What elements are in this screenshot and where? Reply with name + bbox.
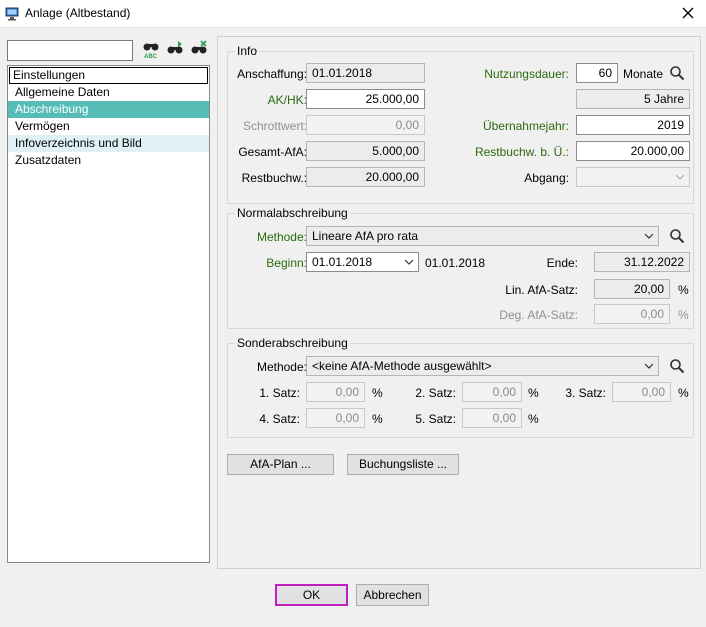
details-panel: Info Anschaffung: 01.01.2018 AK/HK: 25.0… [217,36,701,569]
app-monitor-icon [5,7,19,21]
satz3-field: 0,00 [612,382,671,402]
deg-afa-percent: % [678,308,689,322]
satz2-label: 2. Satz: [415,386,456,400]
normal-methode-lookup-icon[interactable] [669,228,685,244]
nutzungsdauer-lookup-icon[interactable] [669,65,685,81]
info-group: Info Anschaffung: 01.01.2018 AK/HK: 25.0… [227,44,694,204]
satz2-percent: % [528,386,539,400]
sonder-methode-dropdown[interactable]: <keine AfA-Methode ausgewählt> [306,356,659,376]
gesamt-afa-label: Gesamt-AfA: [238,145,307,159]
satz4-percent: % [372,412,383,426]
normal-group-title: Normalabschreibung [235,206,350,220]
abbrechen-button[interactable]: Abbrechen [356,584,429,606]
tree-item-zusatzdaten[interactable]: Zusatzdaten [8,152,209,169]
nutzungsdauer-label: Nutzungsdauer: [484,67,569,81]
sonder-group-title: Sonderabschreibung [235,336,350,350]
normal-methode-dropdown[interactable]: Lineare AfA pro rata [306,226,659,246]
search-next-icon[interactable] [166,40,184,60]
close-icon [682,7,694,19]
satz5-field: 0,00 [462,408,522,428]
tree-header-einstellungen[interactable]: Einstellungen [9,67,208,84]
satz1-field: 0,00 [306,382,365,402]
satz1-label: 1. Satz: [259,386,300,400]
tree-item-infoverzeichnis[interactable]: Infoverzeichnis und Bild [8,135,209,152]
normal-methode-value: Lineare AfA pro rata [312,229,419,243]
satz3-label: 3. Satz: [565,386,606,400]
satz5-percent: % [528,412,539,426]
title-bar: Anlage (Altbestand) [0,0,706,28]
normalabschreibung-group: Normalabschreibung Methode: Lineare AfA … [227,206,694,329]
gesamt-afa-field: 5.000,00 [306,141,425,161]
jahre-field: 5 Jahre [576,89,690,109]
schrottwert-field: 0,00 [306,115,425,135]
restbuchw-ue-field[interactable]: 20.000,00 [576,141,690,161]
chevron-down-icon [645,363,653,369]
satz3-percent: % [678,386,689,400]
tree-item-allgemeine-daten[interactable]: Allgemeine Daten [8,84,209,101]
deg-afa-field: 0,00 [594,304,670,324]
beginn-label: Beginn: [266,256,307,270]
normal-methode-label: Methode: [256,230,307,244]
satz5-label: 5. Satz: [415,412,456,426]
anschaffung-field: 01.01.2018 [306,63,425,83]
anschaffung-label: Anschaffung: [237,67,307,81]
sonder-methode-value: <keine AfA-Methode ausgewählt> [312,359,492,373]
navigation-tree[interactable]: Einstellungen Allgemeine Daten Abschreib… [7,65,210,563]
chevron-down-icon [645,233,653,239]
chevron-down-icon [405,259,413,265]
svg-text:ABC: ABC [144,54,158,60]
deg-afa-label: Deg. AfA-Satz: [499,308,578,322]
satz2-field: 0,00 [462,382,522,402]
ende-field: 31.12.2022 [594,252,690,272]
restbuchw-ue-label: Restbuchw. b. Ü.: [474,145,569,159]
close-button[interactable] [676,2,700,24]
tree-item-vermoegen[interactable]: Vermögen [8,118,209,135]
ende-label: Ende: [546,256,578,270]
nutzungsdauer-unit: Monate [623,67,664,81]
sonderabschreibung-group: Sonderabschreibung Methode: <keine AfA-M… [227,336,694,438]
lin-afa-label: Lin. AfA-Satz: [505,283,578,297]
nutzungsdauer-field[interactable]: 60 [576,63,618,83]
search-clear-icon[interactable] [190,40,208,60]
akhk-label: AK/HK: [267,93,307,107]
akhk-field[interactable]: 25.000,00 [306,89,425,109]
chevron-down-icon [676,174,684,180]
ok-button[interactable]: OK [275,584,348,606]
lin-afa-percent: % [678,283,689,297]
window-title: Anlage (Altbestand) [25,6,131,20]
sonder-methode-lookup-icon[interactable] [669,358,685,374]
schrottwert-label: Schrottwert: [242,119,307,133]
restbuchw-field: 20.000,00 [306,167,425,187]
sonder-methode-label: Methode: [256,360,307,374]
uebernahmejahr-field[interactable]: 2019 [576,115,690,135]
buchungsliste-button[interactable]: Buchungsliste ... [347,454,459,475]
satz4-field: 0,00 [306,408,365,428]
restbuchw-label: Restbuchw.: [241,171,307,185]
search-abc-icon[interactable]: ABC [142,40,160,60]
beginn-datepicker[interactable]: 01.01.2018 [306,252,419,272]
satz4-label: 4. Satz: [259,412,300,426]
satz1-percent: % [372,386,383,400]
info-group-title: Info [235,44,260,58]
beginn-text: 01.01.2018 [425,256,486,270]
afa-plan-button[interactable]: AfA-Plan ... [227,454,334,475]
beginn-value: 01.01.2018 [312,255,373,269]
lin-afa-field: 20,00 [594,279,670,299]
abgang-dropdown [576,167,690,187]
abgang-label: Abgang: [524,171,569,185]
uebernahmejahr-label: Übernahmejahr: [482,119,569,133]
tree-item-abschreibung[interactable]: Abschreibung [8,101,209,118]
search-input[interactable] [7,40,133,61]
